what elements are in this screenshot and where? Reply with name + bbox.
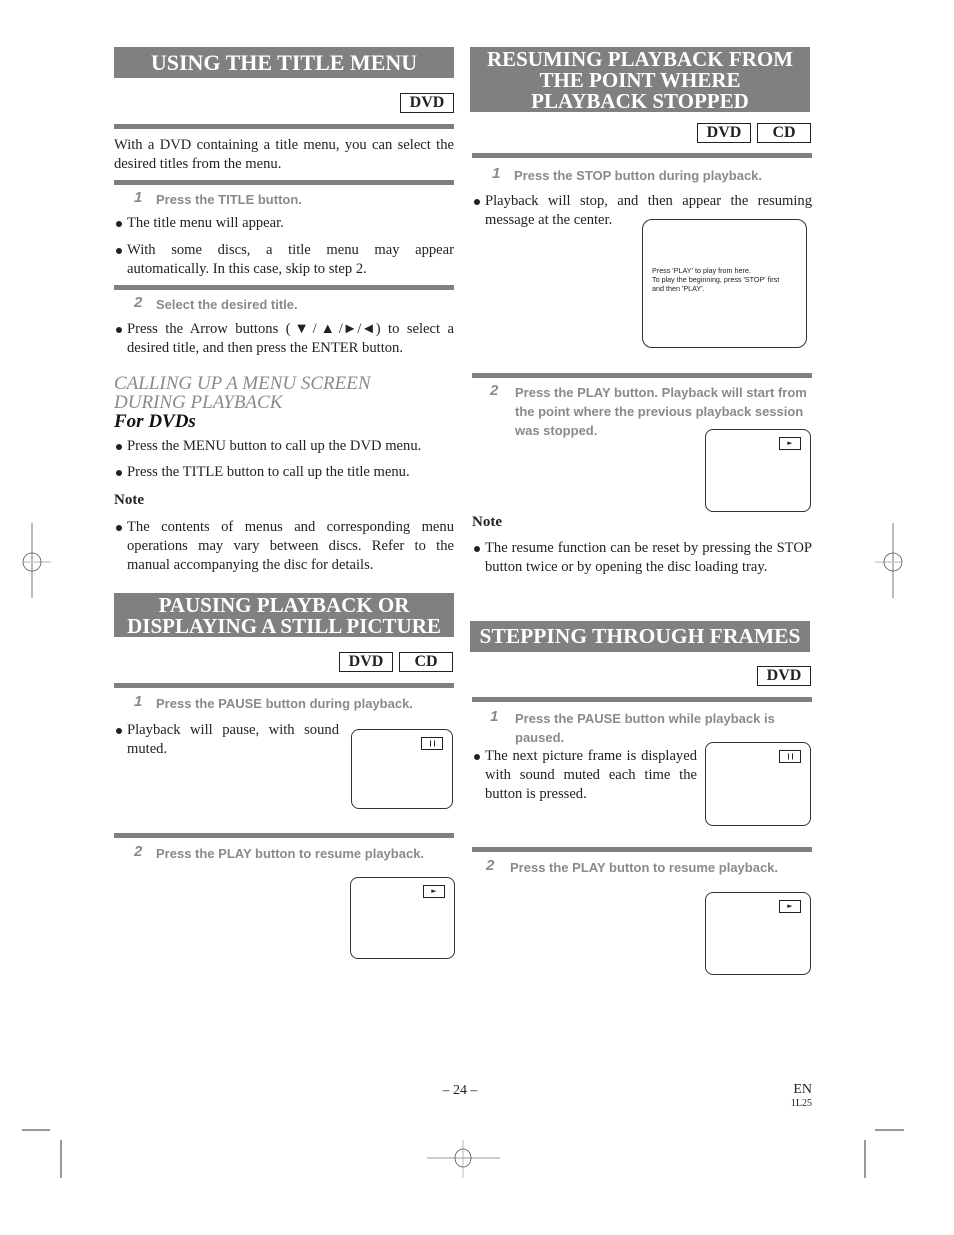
bullet-item: Press the Arrow buttons (▼/▲/►/◄) to sel…	[114, 320, 454, 358]
divider	[472, 847, 812, 852]
divider	[114, 683, 454, 688]
step-1: 1 Press the PAUSE button during playback…	[134, 693, 454, 713]
step-number: 2	[134, 294, 143, 311]
tv-screen-illustration: ❙❙	[351, 729, 453, 809]
step-instruction: Press the PLAY button to resume playback…	[510, 860, 779, 875]
divider	[114, 180, 454, 185]
tv-screen-illustration: ►	[705, 892, 811, 975]
bullet-item: The next picture frame is displayed with…	[472, 747, 697, 804]
note-bullet: The contents of menus and corresponding …	[114, 518, 454, 575]
divider	[472, 373, 812, 378]
registration-mark-right	[875, 523, 903, 598]
title-line: PLAYBACK STOPPED	[531, 89, 749, 113]
play-icon: ►	[423, 885, 445, 898]
corner-crop-marks	[22, 1129, 904, 1178]
step-number: 2	[490, 382, 499, 399]
divider	[114, 124, 454, 129]
bullet-item: Playback will pause, with sound muted.	[114, 721, 339, 759]
step-instruction: Press the PAUSE button during playback.	[156, 696, 413, 711]
registration-mark-bottom	[427, 1140, 500, 1178]
divider	[114, 285, 454, 290]
tv-screen-illustration: ►	[350, 877, 455, 959]
title-line: PAUSING PLAYBACK OR	[158, 593, 410, 617]
note-label: Note	[114, 492, 144, 508]
sub-sub-heading: For DVDs	[114, 411, 196, 432]
section-title: USING THE TITLE MENU	[114, 47, 454, 78]
note-bullet: The resume function can be reset by pres…	[472, 539, 812, 577]
step-number: 1	[492, 165, 501, 182]
page-number: – 24 –	[442, 1083, 478, 1098]
step-instruction: Press the STOP button during playback.	[514, 168, 763, 183]
model-code: 1L25	[790, 1098, 812, 1109]
badge-cd: CD	[757, 123, 811, 143]
sub-heading: CALLING UP A MENU SCREEN	[114, 373, 371, 394]
tv-screen-illustration: Press 'PLAY' to play from here. To play …	[642, 219, 807, 348]
divider	[114, 833, 454, 838]
step-2: 2 Press the PLAY button to resume playba…	[134, 843, 454, 863]
resume-message: Press 'PLAY' to play from here. To play …	[652, 266, 802, 293]
intro-text: With a DVD containing a title menu, you …	[114, 137, 454, 172]
bullet-item: Press the TITLE button to call up the ti…	[114, 463, 454, 482]
step-number: 1	[490, 708, 499, 725]
language-code: EN	[793, 1082, 812, 1097]
bullet-item: Press the MENU button to call up the DVD…	[114, 437, 454, 456]
message-line: Press 'PLAY' to play from here.	[652, 266, 751, 275]
divider	[472, 153, 812, 158]
step-number: 1	[134, 693, 143, 710]
message-line: and then 'PLAY'.	[652, 284, 705, 293]
step-number: 2	[134, 843, 143, 860]
bullet-item: The title menu will appear.	[114, 214, 454, 233]
step-number: 2	[486, 857, 495, 874]
step-instruction: Press the TITLE button.	[156, 192, 302, 207]
registration-mark-left	[22, 523, 51, 598]
section-title: PAUSING PLAYBACK OR DISPLAYING A STILL P…	[114, 593, 454, 637]
play-icon: ►	[779, 900, 801, 913]
step-instruction: Press the PLAY button to resume playback…	[156, 846, 425, 861]
step-2: 2 Select the desired title.	[134, 294, 454, 314]
badge-dvd: DVD	[339, 652, 393, 672]
tv-screen-illustration: ►	[705, 429, 811, 512]
note-label: Note	[472, 514, 502, 530]
step-instruction: Select the desired title.	[156, 297, 298, 312]
badge-dvd: DVD	[757, 666, 811, 686]
message-line: To play the beginning, press 'STOP' firs…	[652, 275, 780, 284]
badge-dvd: DVD	[400, 93, 454, 113]
tv-screen-illustration: ❙❙	[705, 742, 811, 826]
title-line: RESUMING PLAYBACK FROM	[486, 47, 794, 71]
badge-dvd: DVD	[697, 123, 751, 143]
section-title: RESUMING PLAYBACK FROM THE POINT WHERE P…	[470, 47, 810, 112]
step-1: 1 Press the TITLE button.	[134, 189, 454, 209]
badge-cd: CD	[399, 652, 453, 672]
pause-icon: ❙❙	[779, 750, 801, 763]
title-line: DISPLAYING A STILL PICTURE	[127, 614, 441, 638]
play-icon: ►	[779, 437, 801, 450]
pause-icon: ❙❙	[421, 737, 443, 750]
step-number: 1	[134, 189, 143, 206]
title-line: THE POINT WHERE	[539, 68, 741, 92]
bullet-item: With some discs, a title menu may appear…	[114, 241, 454, 279]
sub-heading: DURING PLAYBACK	[114, 392, 283, 413]
step-1: 1 Press the STOP button during playback.	[492, 165, 812, 185]
divider	[472, 697, 812, 702]
step-2: 2 Press the PLAY button to resume playba…	[486, 857, 812, 877]
section-title: STEPPING THROUGH FRAMES	[470, 621, 810, 652]
